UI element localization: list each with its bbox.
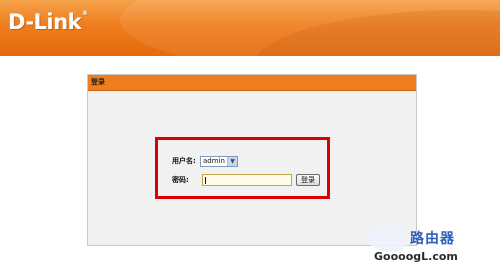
login-form-highlight: 用户名: admin ▼ 密码: 登录 <box>155 137 330 199</box>
username-select-value: admin <box>203 157 225 165</box>
chevron-down-icon[interactable]: ▼ <box>227 156 237 166</box>
logo-text: D-Link <box>8 10 82 34</box>
password-input[interactable] <box>202 174 292 186</box>
watermark-cloud-icon <box>368 224 410 252</box>
dlink-logo: D-Link® <box>8 10 88 34</box>
username-select[interactable]: admin ▼ <box>200 155 238 167</box>
watermark: 路由器 GoooogL.com <box>368 222 500 272</box>
watermark-title: 路由器 <box>410 231 455 247</box>
password-row: 密码: 登录 <box>172 173 320 187</box>
login-panel: 登录 用户名: admin ▼ 密码: 登录 <box>87 74 417 246</box>
text-caret <box>205 177 206 184</box>
password-label: 密码: <box>172 176 189 184</box>
registered-mark: ® <box>82 10 88 17</box>
panel-title: 登录 <box>88 75 416 91</box>
watermark-domain: GoooogL.com <box>374 250 458 263</box>
username-row: 用户名: admin ▼ <box>172 154 238 168</box>
login-button[interactable]: 登录 <box>296 174 320 186</box>
username-label: 用户名: <box>172 157 196 165</box>
header-bar: D-Link® <box>0 0 500 56</box>
